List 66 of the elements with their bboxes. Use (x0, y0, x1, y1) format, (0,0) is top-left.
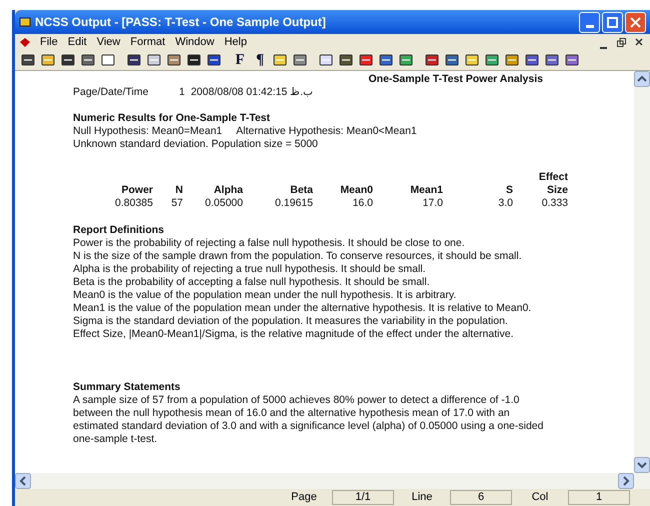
table-cell-text: 17.0 (422, 197, 443, 210)
status-value: 1 (568, 490, 630, 505)
menu-item[interactable]: View (92, 34, 126, 50)
column-header: N (174, 184, 183, 197)
status-label: Col (530, 490, 550, 506)
maximize-button[interactable] (602, 12, 623, 32)
status-label: Line (410, 490, 434, 506)
minimize-icon (600, 46, 606, 48)
label: Page/Date/Time (73, 86, 150, 99)
horizontal-scrollbar[interactable] (15, 473, 650, 489)
definition-line: Sigma is the standard deviation of the population. It measures the variability in the population. (73, 315, 509, 328)
column-header: S (504, 184, 513, 197)
scroll-down-icon[interactable] (634, 457, 650, 473)
column-header: Power (120, 184, 153, 197)
section-heading: Summary Statements (73, 381, 182, 394)
table-cell-text: 0.05000 (204, 197, 243, 210)
menu-item[interactable]: Window (170, 34, 220, 50)
summary-paragraph: A sample size of 57 from a population of 5000 achieves 80% power to detect a difference of -1.0 between the null hypothesis mean of 16.0 and the alternative hypothesis mean of 17.0 with an estimated standard deviation of 3.0 and with a significance level (alpha) of 0.05000 using a one-sided one-sample t-test. (73, 394, 544, 446)
section-heading: Numeric Results for One-Sample T-Test (73, 112, 272, 125)
status-value: 1/1 (332, 490, 394, 505)
null-hypothesis: Null Hypothesis: Mean0=Mean1 (73, 125, 222, 138)
close-icon (630, 16, 641, 28)
column-header: Mean0 (339, 184, 373, 197)
vertical-scrollbar[interactable] (634, 71, 650, 473)
page-number: 1 (179, 86, 185, 99)
format-button[interactable]: F (231, 51, 249, 69)
restore-button[interactable] (614, 36, 628, 48)
alternative-hypothesis: Alternative Hypothesis: Mean0<Mean1 (236, 125, 417, 138)
column-header: Beta (289, 184, 313, 197)
definition-line: Effect Size, |Mean0-Mean1|/Sigma, is the relative magnitude of the effect under the alternative. (73, 328, 514, 341)
definition-line: Mean1 is the value of the population mean under the alternative hypothesis. It is relative to Mean0. (73, 302, 532, 315)
window-title: NCSS Output - [PASS: T-Test - One Sample Output] (35, 14, 326, 31)
menu-item[interactable]: Edit (62, 34, 92, 50)
restore-icon (616, 38, 626, 46)
table-cell-text: 3.0 (497, 197, 513, 210)
definition-line: Alpha is the probability of rejecting a true null hypothesis. It should be small. (73, 263, 427, 276)
scroll-right-icon[interactable] (618, 473, 634, 489)
definition-line: N is the size of the sample drawn from the population. To conserve resources, it should be small. (73, 250, 523, 263)
column-header: Alpha (212, 184, 243, 197)
definition-line: Beta is the probability of accepting a false null hypothesis. It should be small. (73, 276, 431, 289)
column-header: Mean1 (409, 184, 443, 197)
app-icon (19, 16, 31, 28)
menu-item[interactable]: Help (219, 34, 252, 50)
definition-line: Mean0 is the value of the population mean under the null hypothesis. It is arbitrary. (73, 289, 458, 302)
table-cell-text: 57 (170, 197, 183, 210)
column-header: Effect Size (538, 171, 568, 197)
minimize-button[interactable] (579, 12, 600, 32)
table-cell-text: 0.80385 (114, 197, 153, 210)
section-heading: Report Definitions (73, 224, 165, 237)
table-cell-text: 16.0 (352, 197, 373, 210)
table-cell-text: 0.19615 (274, 197, 313, 210)
scroll-up-icon[interactable] (634, 71, 650, 87)
close-icon (635, 38, 643, 46)
table-cell-text: 0.333 (540, 197, 568, 210)
status-value: 6 (450, 490, 512, 505)
definition-line: Power is the probability of rejecting a false null hypothesis. It should be close to one. (73, 237, 466, 250)
datetime: 2008/08/08 01:42:15 ب.ظ (190, 86, 314, 99)
menu-item[interactable]: File (35, 34, 63, 50)
report-title: One-Sample T-Test Power Analysis (368, 73, 543, 86)
minimize-icon (586, 24, 594, 28)
status-label: Page (290, 490, 318, 506)
population-note: Unknown standard deviation. Population size = 5000 (73, 138, 319, 151)
maximize-icon (607, 16, 618, 28)
menu-item[interactable]: Format (125, 34, 170, 50)
scroll-left-icon[interactable] (15, 473, 31, 489)
format-button[interactable]: ¶ (251, 51, 269, 69)
